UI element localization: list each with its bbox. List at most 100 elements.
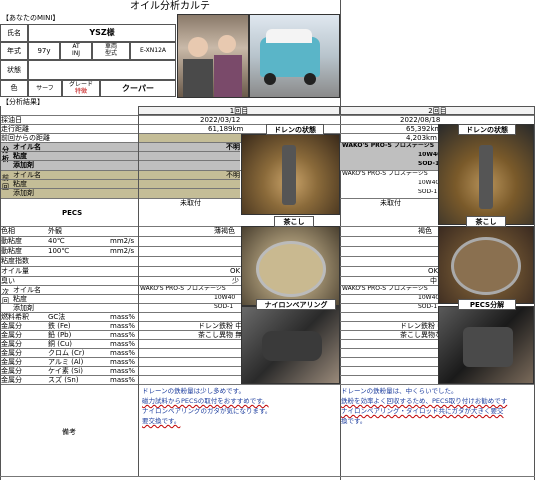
condition-value <box>28 60 176 80</box>
next-add1: SOD-1 <box>214 304 234 310</box>
side-zenkai: 前回 <box>2 174 9 191</box>
color-label: 色 <box>0 80 28 97</box>
pecs1: 未取付 <box>180 199 201 207</box>
metal-unit: mass% <box>110 331 136 339</box>
person2-body <box>214 55 242 97</box>
vi-label: 粘度指数 <box>1 257 29 265</box>
drain-caption-1: ドレンの状態 <box>266 124 324 135</box>
row-divider <box>0 188 240 189</box>
your-mini-label: 【あなたのMINI】 <box>2 14 60 22</box>
mileage1: 61,189km <box>208 125 244 133</box>
col-divider <box>0 106 1 480</box>
date1: 2022/03/12 <box>200 116 241 124</box>
nylon-caption-1: ナイロンベアリング <box>256 299 336 310</box>
visc40-temp: 40℃ <box>48 237 65 245</box>
grade-value: クーパー <box>100 80 176 97</box>
add2: SOD-1 <box>418 161 440 167</box>
oil2: WAKO'S PRO-S プロステージS <box>342 143 435 149</box>
fuel-unit: mass% <box>110 313 136 321</box>
pecs2: 未取付 <box>380 199 401 207</box>
owner-photo <box>177 14 249 98</box>
grade-label-cell: グレード 特徴 <box>62 80 100 97</box>
visc100-label: 動粘度 <box>1 247 22 255</box>
metal-element: 鉛 (Pb) <box>48 331 72 339</box>
metal-label: 金属分 <box>1 331 22 339</box>
model-code: E-XN12A <box>130 42 176 60</box>
row-divider <box>0 151 240 152</box>
strainer-photo-1 <box>241 226 340 306</box>
year-value: 97y <box>28 42 60 60</box>
prev-visc2: 10W40 <box>418 180 440 186</box>
row-divider <box>0 179 240 180</box>
metal-label: 金属分 <box>1 358 22 366</box>
mini-car-wheel <box>264 73 276 85</box>
strainer-mesh <box>256 241 326 297</box>
side-bunseki: 分析 <box>2 146 9 163</box>
next-oil-label: オイル名 <box>13 286 41 294</box>
pecs-photo-2 <box>438 306 534 384</box>
pecs-label: PECS <box>62 209 83 217</box>
metal-unit: mass% <box>110 367 136 375</box>
mini-car-wheel <box>304 73 316 85</box>
drain-caption-2: ドレンの状態 <box>458 124 516 135</box>
metal-unit: mass% <box>110 349 136 357</box>
remarks2-line: ドレーンの鉄粉量は、中くらいでした。 <box>341 387 458 395</box>
drain-photo-1 <box>241 134 340 215</box>
metal-label: 金属分 <box>1 322 22 330</box>
next-oil1: WAKO'S PRO-S プロステージS <box>140 286 226 292</box>
mileage-label: 走行距離 <box>1 125 29 133</box>
color-row-label: 色相 <box>1 227 15 235</box>
bearing-part <box>262 331 322 361</box>
viscosity-label: 粘度 <box>13 152 27 160</box>
trans-cell: AT INJ <box>60 42 92 60</box>
visc100-unit: mm2/s <box>110 247 135 255</box>
next-visc-label: 粘度 <box>13 295 27 303</box>
row-divider <box>0 384 535 385</box>
metal-label: 金属分 <box>1 367 22 375</box>
metal-label: 金属分 <box>1 340 22 348</box>
drain-bolt <box>282 145 296 205</box>
condition-label: 状態 <box>0 60 28 80</box>
strainer-caption-1: 茶こし <box>274 216 314 227</box>
car-photo <box>249 14 340 98</box>
row-divider <box>0 115 535 116</box>
remarks2-line: 鉄粉を効率よく回収するため、PECS取り付けお勧めです <box>341 397 508 405</box>
metal-element: 銅 (Cu) <box>48 340 73 348</box>
strainer-mesh <box>451 237 521 295</box>
metal-unit: mass% <box>110 322 136 330</box>
year-label: 年式 <box>0 42 28 60</box>
pecs-part <box>463 327 513 367</box>
name-value: YSZ様 <box>28 24 176 42</box>
metal-element: スズ (Sn) <box>48 376 79 384</box>
next-visc1: 10W40 <box>214 295 236 301</box>
since-label: 前回からの距離 <box>1 134 50 142</box>
col-divider <box>138 106 139 476</box>
prev-add-label: 添加剤 <box>13 189 34 197</box>
metal-element: クロム (Cr) <box>48 349 85 357</box>
since2: 4,203km <box>406 134 437 142</box>
mini-car-roof <box>266 29 312 43</box>
person1-body <box>183 59 213 97</box>
visc40-unit: mm2/s <box>110 237 135 245</box>
nylon-photo-1 <box>241 306 340 384</box>
next-add2: SOD-1 <box>418 304 438 310</box>
remarks1-line: 磁力試料からPECSの取付をおすすめです。 <box>142 397 269 405</box>
strainer-photo-2 <box>438 226 534 304</box>
fuel-label: 燃料希釈 <box>1 313 29 321</box>
fuel-method: GC法 <box>48 313 66 321</box>
date-label: 採油日 <box>1 116 22 124</box>
prev-oil2: WAKO'S PRO-S プロステージS <box>342 171 428 177</box>
smell1: 少 <box>232 277 239 285</box>
remarks1-line: 要交換です。 <box>142 417 181 425</box>
color1: 薄褐色 <box>214 227 235 235</box>
results-label: 【分析結果】 <box>2 98 44 106</box>
remarks2-line: 換です。 <box>341 417 367 425</box>
next-add-label: 添加剤 <box>13 304 34 312</box>
prev-visc-label: 粘度 <box>13 180 27 188</box>
metal-unit: mass% <box>110 358 136 366</box>
row-divider <box>0 160 240 161</box>
row-divider <box>0 476 535 477</box>
smell2: 中 <box>430 277 437 285</box>
remarks2: ドレーンの鉄粉量は、中くらいでした。 鉄粉を効率よく回収するため、PECS取り付… <box>341 386 535 476</box>
amount2: OK <box>428 267 439 275</box>
